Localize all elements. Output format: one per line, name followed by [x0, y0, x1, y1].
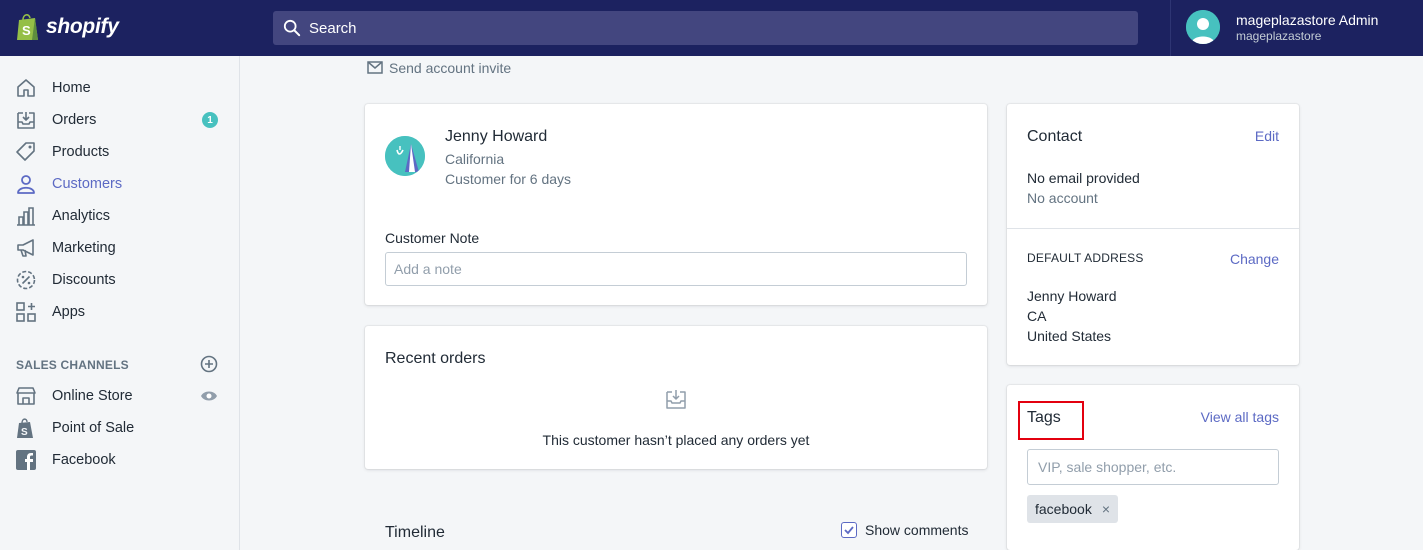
- sidebar-item-point-of-sale[interactable]: S Point of Sale: [0, 412, 240, 444]
- sidebar-item-label: Apps: [52, 304, 86, 320]
- sidebar-item-label: Customers: [52, 176, 123, 192]
- timeline-title: Timeline: [385, 524, 445, 541]
- discount-icon: [16, 270, 36, 290]
- customer-note-input[interactable]: [385, 252, 967, 286]
- sales-channels-heading: SALES CHANNELS: [16, 358, 129, 372]
- default-address-heading: DEFAULT ADDRESS: [1027, 251, 1144, 265]
- sidebar-item-label: Online Store: [52, 388, 133, 404]
- sidebar-item-label: Marketing: [52, 240, 116, 256]
- apps-icon: [16, 302, 36, 322]
- recent-orders-empty-message: This customer hasn’t placed any orders y…: [542, 432, 810, 448]
- contact-card: Contact Edit No email provided No accoun…: [1007, 104, 1299, 365]
- sidebar-item-label: Facebook: [52, 452, 116, 468]
- sidebar-item-label: Products: [52, 144, 110, 160]
- brand-wordmark: shopify: [46, 15, 119, 38]
- divider: [1007, 228, 1299, 229]
- user-display-name: mageplazastore Admin: [1236, 11, 1379, 28]
- remove-tag-icon[interactable]: ×: [1102, 501, 1110, 517]
- customer-note-label: Customer Note: [385, 230, 480, 246]
- sidebar-item-facebook[interactable]: Facebook: [0, 444, 240, 476]
- show-comments-checkbox[interactable]: Show comments: [841, 522, 968, 538]
- tag-icon: [16, 142, 35, 161]
- tags-title: Tags: [1027, 409, 1061, 426]
- top-bar: S shopify mageplazastore Admin mageplaza…: [0, 0, 1423, 56]
- customer-profile-card: Jenny Howard California Customer for 6 d…: [365, 104, 987, 305]
- eye-icon[interactable]: [200, 387, 218, 405]
- sidebar-item-orders[interactable]: Orders 1: [0, 104, 240, 136]
- search-input[interactable]: [309, 19, 1109, 37]
- sidebar-item-customers[interactable]: Customers: [0, 168, 240, 200]
- recent-orders-title: Recent orders: [385, 350, 486, 367]
- store-icon: [16, 387, 36, 405]
- address-line: Jenny Howard: [1027, 288, 1117, 304]
- sidebar-item-label: Home: [52, 80, 91, 96]
- sidebar-item-online-store[interactable]: Online Store: [0, 380, 240, 412]
- show-comments-label: Show comments: [865, 522, 969, 538]
- orders-icon: [17, 112, 35, 129]
- sidebar-item-label: Analytics: [52, 208, 111, 224]
- svg-text:S: S: [21, 427, 28, 438]
- view-all-tags-link[interactable]: View all tags: [1201, 409, 1279, 425]
- address-line: CA: [1027, 308, 1047, 324]
- user-avatar-icon: [1186, 10, 1220, 44]
- customer-since: Customer for 6 days: [445, 171, 572, 187]
- customer-location: California: [445, 151, 505, 167]
- contact-title: Contact: [1027, 128, 1083, 145]
- shopify-bag-icon: S: [17, 418, 33, 438]
- contact-account-status: No account: [1027, 190, 1098, 206]
- svg-text:S: S: [22, 23, 31, 38]
- home-icon: [17, 79, 35, 97]
- contact-email: No email provided: [1027, 170, 1140, 186]
- customer-name: Jenny Howard: [445, 128, 548, 145]
- orders-count-badge: 1: [202, 112, 218, 128]
- facebook-icon: [16, 450, 36, 470]
- edit-contact-link[interactable]: Edit: [1255, 128, 1279, 144]
- sidebar-item-marketing[interactable]: Marketing: [0, 232, 240, 264]
- sidebar-item-label: Orders: [52, 112, 97, 128]
- search-icon: [283, 19, 301, 37]
- megaphone-icon: [17, 239, 34, 257]
- sidebar-item-apps[interactable]: Apps: [0, 296, 240, 328]
- sidebar-item-products[interactable]: Products: [0, 136, 240, 168]
- sidebar-item-label: Discounts: [52, 272, 116, 288]
- shopify-logo[interactable]: S shopify: [16, 12, 119, 42]
- bar-chart-icon: [17, 207, 35, 226]
- sidebar-item-discounts[interactable]: Discounts: [0, 264, 240, 296]
- sidebar-item-analytics[interactable]: Analytics: [0, 200, 240, 232]
- address-line: United States: [1027, 328, 1112, 344]
- sidebar-item-home[interactable]: Home: [0, 72, 240, 104]
- recent-orders-card: Recent orders This customer hasn’t place…: [365, 326, 987, 469]
- envelope-icon: [367, 61, 383, 74]
- sidebar: Home Orders 1 Products Customers Analyti…: [0, 56, 240, 550]
- checkbox-box[interactable]: [841, 522, 857, 538]
- avatar: [1186, 10, 1220, 44]
- person-icon: [17, 175, 35, 194]
- orders-inbox-icon: [666, 390, 686, 409]
- tag-label: facebook: [1035, 501, 1092, 517]
- user-menu[interactable]: mageplazastore Admin mageplazastore: [1186, 10, 1378, 44]
- checkmark-icon: [844, 526, 854, 535]
- tags-input[interactable]: [1027, 449, 1279, 485]
- change-address-link[interactable]: Change: [1230, 251, 1279, 267]
- customer-avatar: [385, 136, 425, 176]
- add-sales-channel-icon[interactable]: [200, 355, 218, 373]
- sidebar-item-label: Point of Sale: [52, 420, 135, 436]
- tags-card: Tags View all tags facebook ×: [1007, 385, 1299, 550]
- shopify-bag-icon: S: [17, 14, 38, 40]
- topbar-divider: [1170, 0, 1171, 56]
- search-bar[interactable]: [273, 11, 1138, 45]
- send-account-invite-link[interactable]: Send account invite: [367, 60, 511, 76]
- customer-avatar-icon: [385, 136, 425, 176]
- user-store-name: mageplazastore: [1236, 28, 1322, 43]
- send-account-invite-label: Send account invite: [389, 60, 512, 76]
- tag-chip: facebook ×: [1027, 495, 1119, 523]
